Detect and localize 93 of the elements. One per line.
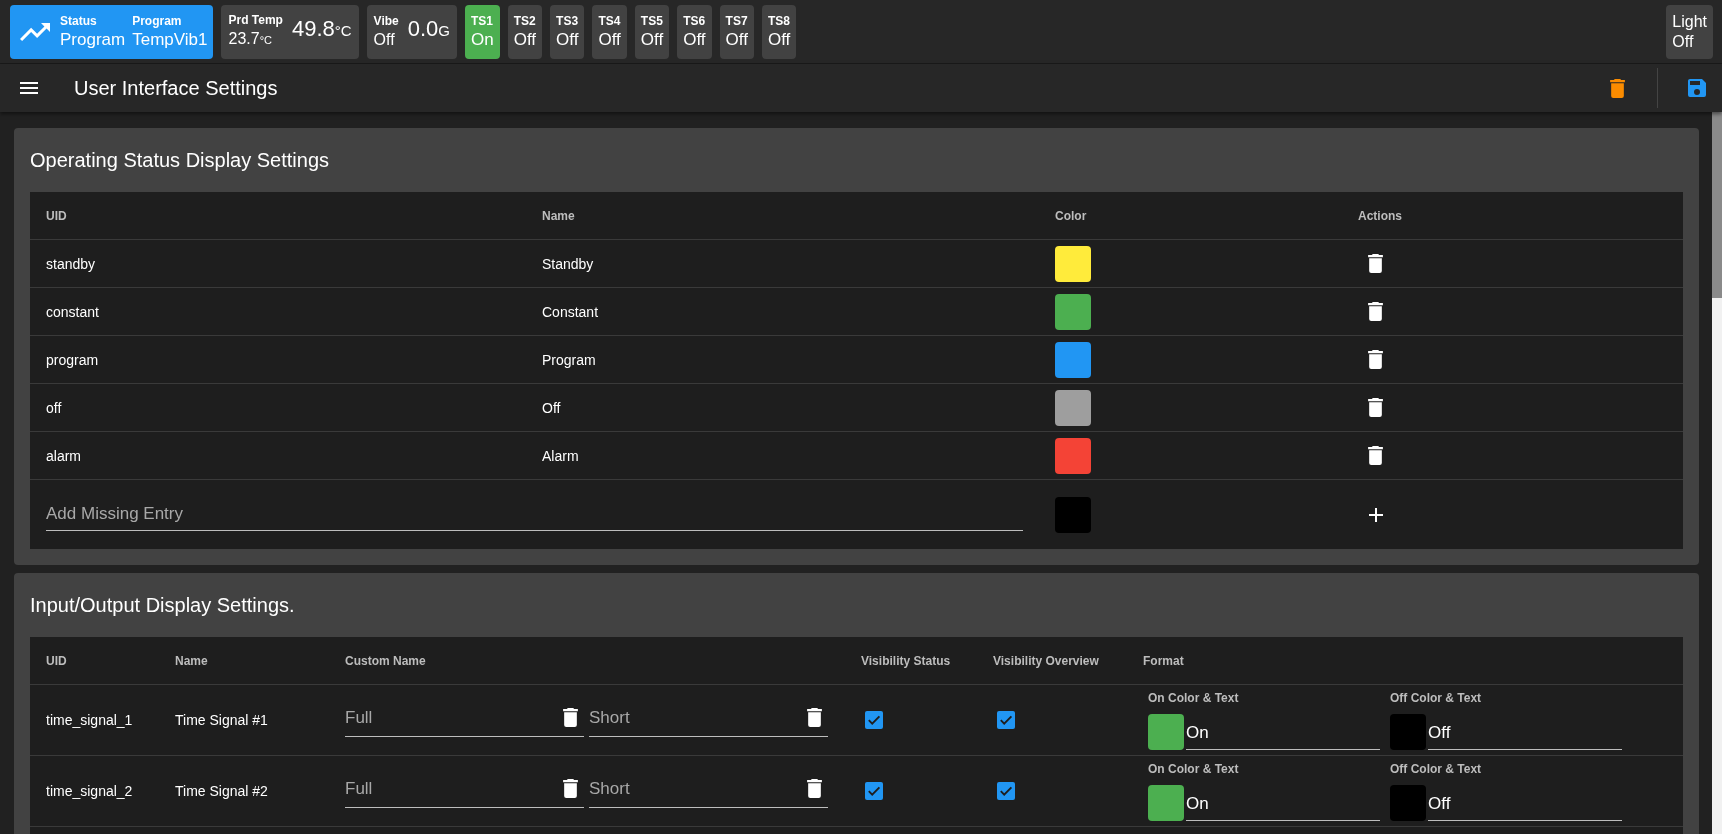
signal-value: Off [640, 28, 664, 51]
table-cell: Time Signal #2 [175, 783, 268, 799]
status-label: Status [60, 12, 98, 29]
trending-up-icon [20, 22, 50, 41]
color-swatch[interactable] [1390, 785, 1426, 821]
delete-icon[interactable] [807, 708, 822, 727]
column-header: Actions [1358, 208, 1402, 223]
secondary-reading: 23.7°C [228, 29, 273, 49]
checkbox[interactable] [865, 782, 883, 800]
text-field[interactable]: On [1186, 711, 1380, 750]
secondary-reading: Off [373, 29, 396, 50]
status-value: Program [60, 28, 126, 51]
signal-value: Off [683, 28, 706, 51]
table-cell: Program [542, 351, 596, 368]
table-cell: alarm [46, 447, 81, 464]
signal-label: TS8 [767, 12, 791, 29]
text-field[interactable]: Off [1428, 782, 1622, 821]
checkbox[interactable] [865, 711, 883, 729]
table-cell: standby [46, 255, 96, 272]
column-header: UID [46, 653, 67, 668]
column-header: Name [542, 208, 575, 223]
format-label: Off Color & Text [1390, 691, 1483, 705]
status-value: TempVib1 [132, 28, 208, 51]
delete-icon[interactable] [1368, 302, 1383, 321]
text-field[interactable]: Off [1428, 711, 1622, 750]
column-header: Color [1055, 208, 1087, 223]
delete-icon[interactable] [1368, 254, 1383, 273]
text-field[interactable]: On [1186, 782, 1380, 821]
plus-icon[interactable] [1369, 507, 1383, 522]
signal-value: Off [556, 28, 579, 51]
signal-label: TS6 [683, 12, 706, 29]
table-cell: program [46, 351, 99, 368]
signal-value: Off [725, 28, 748, 51]
table-cell: Time Signal #1 [175, 712, 268, 728]
column-header: UID [46, 208, 67, 223]
delete-icon[interactable] [1368, 350, 1383, 369]
delete-icon[interactable] [563, 779, 578, 798]
signal-label: TS5 [640, 12, 664, 29]
page-title: User Interface Settings [74, 76, 278, 100]
card-title: Input/Output Display Settings. [30, 593, 296, 618]
menu-icon[interactable] [20, 82, 38, 94]
signal-value: On [471, 28, 494, 51]
signal-label: TS2 [513, 12, 537, 29]
color-swatch[interactable] [1390, 714, 1426, 750]
table-cell: off [46, 399, 62, 416]
table-cell: time_signal_1 [46, 712, 133, 728]
color-swatch[interactable] [1055, 437, 1091, 474]
light-label: Light [1672, 11, 1707, 32]
table-cell: constant [46, 303, 99, 320]
delete-icon[interactable] [1610, 78, 1625, 98]
color-swatch[interactable] [1055, 245, 1091, 282]
table-cell: Standby [542, 255, 594, 272]
column-header: Visibility Overview [993, 653, 1099, 668]
input-field[interactable]: Add Missing Entry [46, 498, 1023, 531]
format-label: Off Color & Text [1390, 762, 1483, 776]
color-swatch[interactable] [1055, 341, 1091, 378]
signal-value: Off [513, 28, 537, 51]
color-swatch[interactable] [1055, 293, 1091, 330]
reading-label: Vibe [373, 12, 399, 29]
signal-label: TS1 [471, 12, 494, 29]
signal-value: Off [767, 28, 791, 51]
delete-icon[interactable] [807, 779, 822, 798]
primary-reading: 49.8°C [291, 15, 352, 43]
delete-icon[interactable] [1368, 446, 1383, 465]
table-cell: Off [542, 399, 561, 416]
color-swatch[interactable] [1055, 496, 1091, 533]
column-header: Name [175, 653, 208, 668]
checkbox[interactable] [997, 782, 1015, 800]
signal-label: TS4 [598, 12, 621, 29]
column-header: Custom Name [345, 653, 426, 668]
color-swatch[interactable] [1148, 785, 1184, 821]
color-swatch[interactable] [1148, 714, 1184, 750]
format-label: On Color & Text [1148, 762, 1240, 776]
save-icon[interactable] [1688, 79, 1706, 97]
table-cell: Alarm [542, 447, 579, 464]
scrollbar-thumb[interactable] [1712, 112, 1722, 298]
signal-value: Off [598, 28, 621, 51]
delete-icon[interactable] [563, 708, 578, 727]
checkbox[interactable] [997, 711, 1015, 729]
color-swatch[interactable] [1055, 389, 1091, 426]
delete-icon[interactable] [1368, 398, 1383, 417]
primary-reading: 0.0G [407, 15, 450, 43]
column-header: Format [1143, 653, 1184, 668]
signal-label: TS3 [556, 12, 579, 29]
light-value: Off [1672, 31, 1695, 52]
column-header: Visibility Status [861, 653, 951, 668]
status-label: Program [132, 12, 183, 29]
table-cell: time_signal_2 [46, 783, 133, 799]
signal-label: TS7 [725, 12, 748, 29]
format-label: On Color & Text [1148, 691, 1240, 705]
reading-label: Prd Temp [228, 12, 283, 28]
card-title: Operating Status Display Settings [30, 148, 331, 173]
table-cell: Constant [542, 303, 599, 320]
